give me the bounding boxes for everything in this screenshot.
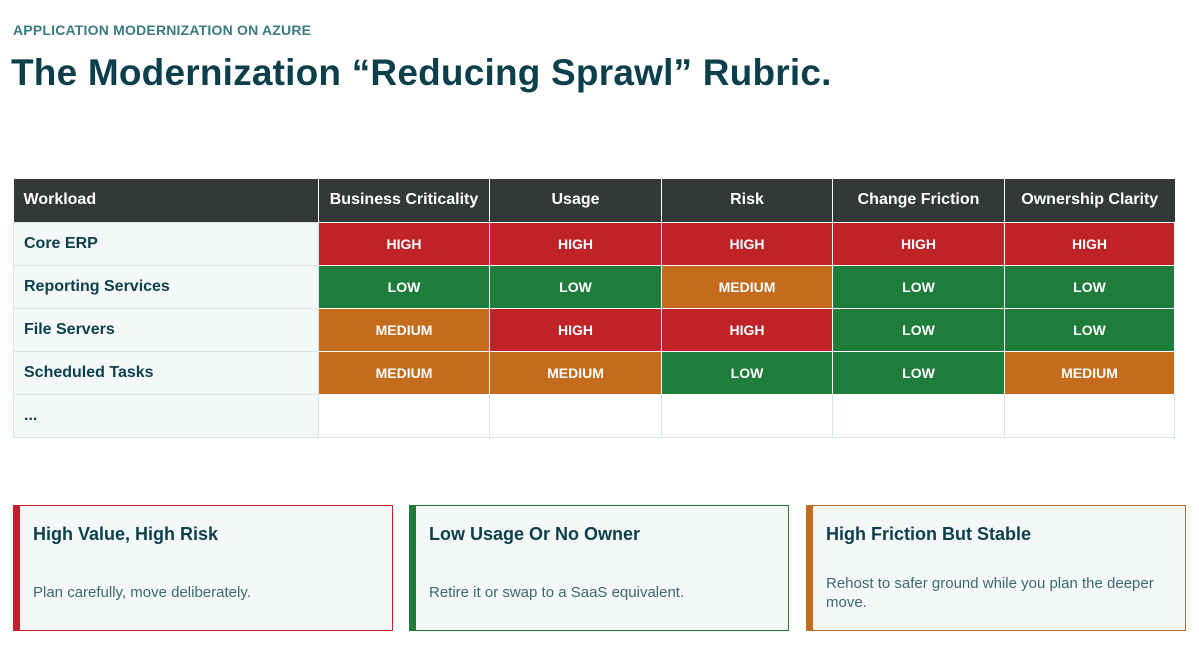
column-header: Risk (661, 179, 833, 222)
rating-cell: HIGH (661, 221, 833, 266)
rating-cell: LOW (318, 264, 490, 309)
table-row: File Servers MEDIUM HIGH HIGH LOW LOW (13, 307, 1175, 352)
rating-cell: MEDIUM (1004, 350, 1175, 395)
rating-cell (661, 393, 833, 438)
guidance-card-high-risk: High Value, High Risk Plan carefully, mo… (13, 505, 393, 631)
rubric-table: Workload Business Criticality Usage Risk… (13, 179, 1175, 438)
guidance-card-low-usage: Low Usage Or No Owner Retire it or swap … (409, 505, 789, 631)
rating-cell: HIGH (489, 307, 662, 352)
column-header: Change Friction (832, 179, 1005, 222)
column-header: Usage (489, 179, 662, 222)
column-header: Business Criticality (318, 179, 490, 222)
rating-cell: LOW (832, 264, 1005, 309)
table-header-row: Workload Business Criticality Usage Risk… (13, 179, 1175, 222)
rating-cell: HIGH (318, 221, 490, 266)
workload-name: Scheduled Tasks (13, 350, 319, 395)
card-title: Low Usage Or No Owner (429, 524, 641, 544)
table-row: Reporting Services LOW LOW MEDIUM LOW LO… (13, 264, 1175, 309)
rating-cell: HIGH (1004, 221, 1175, 266)
column-header: Ownership Clarity (1004, 179, 1175, 222)
card-body: Plan carefully, move deliberately. (33, 584, 251, 601)
rating-cell (1004, 393, 1175, 438)
rating-cell: MEDIUM (318, 307, 490, 352)
rating-cell: MEDIUM (318, 350, 490, 395)
page-title: The Modernization “Reducing Sprawl” Rubr… (11, 52, 832, 93)
table-row: ... (13, 393, 1175, 438)
rating-cell: HIGH (832, 221, 1005, 266)
workload-name: Core ERP (13, 221, 319, 266)
rating-cell: LOW (832, 350, 1005, 395)
workload-name: File Servers (13, 307, 319, 352)
rating-cell (489, 393, 662, 438)
rating-cell: LOW (1004, 264, 1175, 309)
rating-cell: LOW (661, 350, 833, 395)
column-header: Workload (13, 179, 319, 222)
workload-name: Reporting Services (13, 264, 319, 309)
rating-cell: MEDIUM (661, 264, 833, 309)
card-title: High Friction But Stable (826, 524, 1031, 544)
rating-cell (832, 393, 1005, 438)
card-body: Rehost to safer ground while you plan th… (826, 575, 1154, 611)
table-row: Core ERP HIGH HIGH HIGH HIGH HIGH (13, 221, 1175, 266)
rating-cell: LOW (1004, 307, 1175, 352)
rating-cell: HIGH (489, 221, 662, 266)
workload-name: ... (13, 393, 319, 438)
rating-cell: HIGH (661, 307, 833, 352)
rating-cell: LOW (489, 264, 662, 309)
card-body: Retire it or swap to a SaaS equivalent. (429, 584, 685, 601)
guidance-card-high-friction: High Friction But Stable Rehost to safer… (806, 505, 1186, 631)
rating-cell: MEDIUM (489, 350, 662, 395)
rating-cell: LOW (832, 307, 1005, 352)
eyebrow-label: APPLICATION MODERNIZATION ON AZURE (13, 22, 312, 38)
card-title: High Value, High Risk (33, 524, 219, 544)
table-row: Scheduled Tasks MEDIUM MEDIUM LOW LOW ME… (13, 350, 1175, 395)
rating-cell (318, 393, 490, 438)
